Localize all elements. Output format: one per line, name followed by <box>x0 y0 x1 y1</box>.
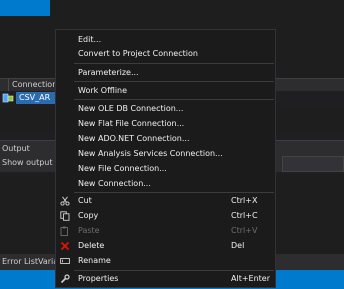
menu-separator <box>74 99 274 100</box>
menu-item-parameterize[interactable]: Parameterize... <box>56 66 277 80</box>
menu-item-new-file-connection[interactable]: New File Connection... <box>56 162 277 176</box>
menu-item-label: Properties <box>78 274 119 283</box>
tab-error-list[interactable]: Error List <box>2 257 38 266</box>
menu-item-label: Copy <box>78 211 99 220</box>
menu-separator <box>74 63 274 64</box>
delete-x-icon <box>60 241 70 251</box>
menu-separator <box>74 81 274 82</box>
menu-item-label: New OLE DB Connection... <box>78 104 184 113</box>
menu-item-convert-to-project-connection[interactable]: Convert to Project Connection <box>56 47 277 61</box>
menu-item-edit[interactable]: Edit... <box>56 33 277 47</box>
menu-item-label: Work Offline <box>78 86 128 95</box>
menu-item-shortcut: Del <box>231 241 245 250</box>
copy-icon <box>60 211 70 221</box>
menu-item-shortcut: Ctrl+C <box>231 211 258 220</box>
menu-separator <box>74 192 274 193</box>
menu-item-label: New Flat File Connection... <box>78 119 185 128</box>
menu-item-label: Edit... <box>78 35 102 44</box>
menu-item-properties[interactable]: Properties Alt+Enter <box>56 272 277 286</box>
menu-item-new-adonet-connection[interactable]: New ADO.NET Connection... <box>56 132 277 146</box>
menu-item-label: New Analysis Services Connection... <box>78 149 223 158</box>
menu-item-label: Delete <box>78 241 105 250</box>
menu-item-new-ole-db-connection[interactable]: New OLE DB Connection... <box>56 102 277 116</box>
menu-item-label: New ADO.NET Connection... <box>78 134 190 143</box>
menu-item-new-analysis-services-connection[interactable]: New Analysis Services Connection... <box>56 147 277 161</box>
menu-item-label: New File Connection... <box>78 164 167 173</box>
column-separator <box>8 79 9 91</box>
paste-icon <box>60 226 68 236</box>
output-source-label: Show output fr <box>2 158 62 167</box>
menu-item-shortcut: Ctrl+V <box>231 226 258 235</box>
menu-item-delete[interactable]: Delete Del <box>56 239 277 253</box>
menu-item-label: Parameterize... <box>78 68 139 77</box>
scissors-icon <box>60 196 70 206</box>
menu-item-label: Cut <box>78 196 92 205</box>
menu-item-new-connection[interactable]: New Connection... <box>56 177 277 191</box>
menu-item-copy[interactable]: Copy Ctrl+C <box>56 209 277 223</box>
output-title: Output <box>2 144 30 153</box>
menu-item-cut[interactable]: Cut Ctrl+X <box>56 194 277 208</box>
menu-item-rename[interactable]: Rename <box>56 254 277 268</box>
menu-item-new-flat-file-connection[interactable]: New Flat File Connection... <box>56 117 277 131</box>
menu-item-paste[interactable]: Paste Ctrl+V <box>56 224 277 238</box>
context-menu: Edit... Convert to Project Connection Pa… <box>55 29 276 288</box>
flat-file-connection-icon <box>2 93 14 103</box>
menu-item-label: Paste <box>78 226 100 235</box>
menu-item-shortcut: Alt+Enter <box>231 274 271 283</box>
document-tab-active[interactable] <box>0 0 50 16</box>
rename-icon <box>60 258 70 264</box>
connection-item-label: CSV_AR <box>19 93 51 102</box>
wrench-icon <box>60 274 70 284</box>
menu-item-label: Rename <box>78 256 111 265</box>
connection-item-selection[interactable]: CSV_AR <box>16 92 60 104</box>
menu-item-label: Convert to Project Connection <box>78 49 198 58</box>
output-toolbar-buttons[interactable] <box>282 156 344 172</box>
connection-manager-item[interactable]: CSV_AR <box>0 92 60 104</box>
menu-item-label: New Connection... <box>78 179 151 188</box>
menu-item-work-offline[interactable]: Work Offline <box>56 84 277 98</box>
menu-item-shortcut: Ctrl+X <box>231 196 258 205</box>
menu-separator <box>74 270 274 271</box>
